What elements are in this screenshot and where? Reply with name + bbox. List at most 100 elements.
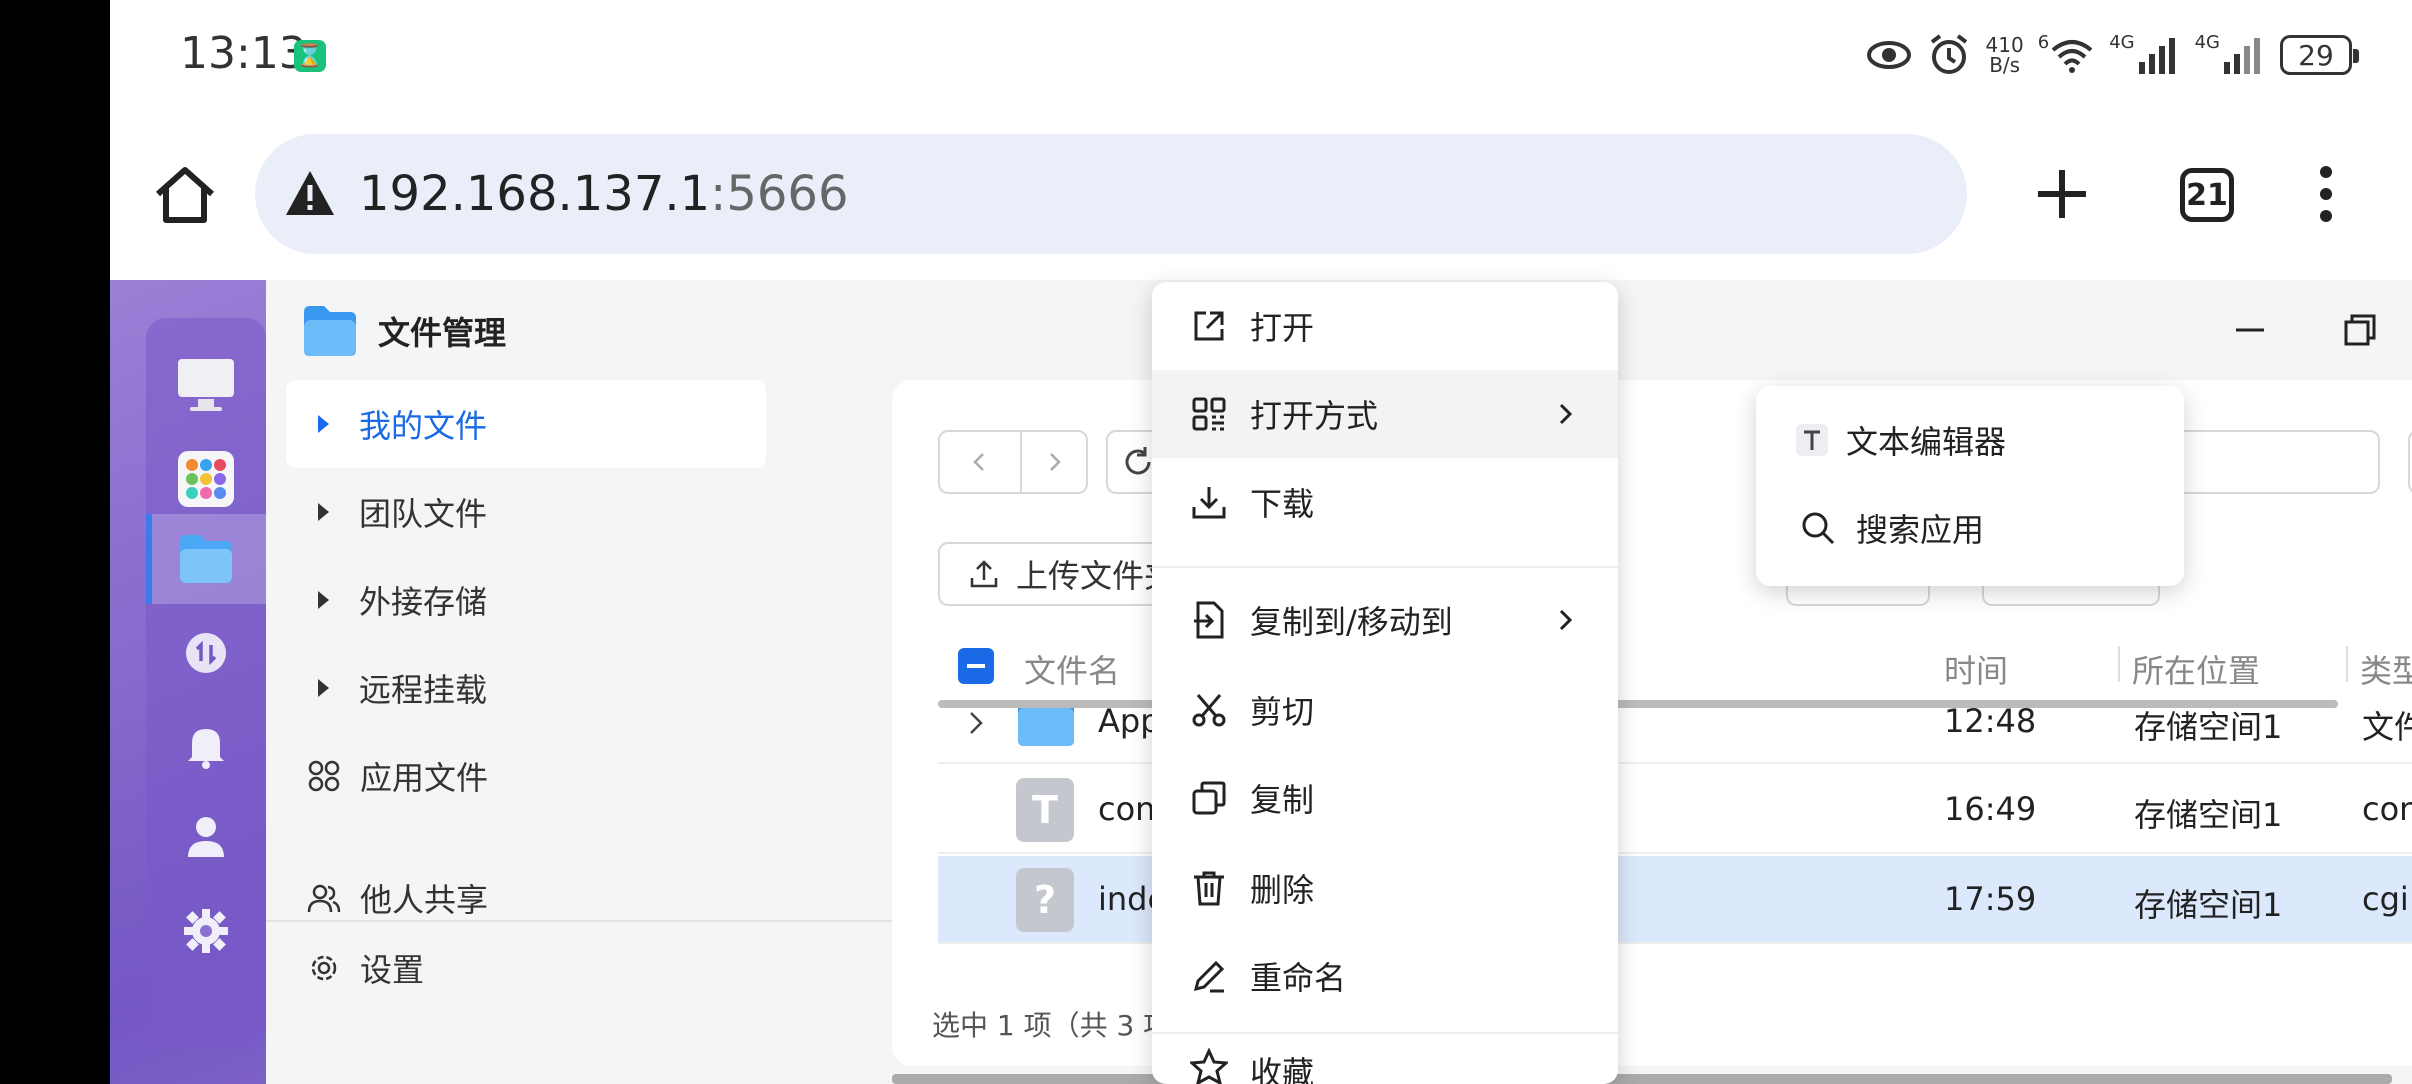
menu-item-label: 复制 [1250,781,1315,819]
sidebar-item-label: 他人共享 [360,881,489,919]
sidebar-item-app-files[interactable]: 应用文件 [286,732,766,820]
chevron-right-icon [1559,609,1573,631]
menu-item-copy-move-to[interactable]: 复制到/移动到 [1152,576,1618,664]
chevron-right-icon [1559,403,1573,425]
submenu-item-label: 搜索应用 [1856,511,1985,549]
pencil-icon [1193,960,1225,993]
dock-item-desktop[interactable] [146,340,266,430]
context-menu: 打开 打开方式 下载 复制到/移动到 剪切 复制 删除 重命名 收藏 [1152,282,1618,1084]
dock-item-transfer[interactable] [146,608,266,698]
copy-icon [1192,781,1226,815]
desktop-dock [146,318,266,1048]
sidebar-item-external-storage[interactable]: 外接存储 [286,556,766,644]
net-speed-value: 410 [1985,33,2024,57]
unknown-file-icon: ? [1016,868,1074,932]
chevron-right-icon [1050,453,1061,471]
url-host: 192.168.137.1 [359,166,711,222]
sidebar-item-team-files[interactable]: 团队文件 [286,468,766,556]
dock-item-user[interactable] [146,792,266,882]
sidebar-item-label: 外接存储 [359,583,488,621]
menu-item-rename[interactable]: 重命名 [1152,932,1618,1020]
menu-item-delete[interactable]: 删除 [1152,844,1618,932]
column-header-name[interactable]: 文件名 [1024,646,1120,692]
plus-icon[interactable] [2030,162,2094,226]
scissors-icon [1192,694,1226,727]
url-port: :5666 [710,166,849,222]
sidebar-item-remote-mount[interactable]: 远程挂载 [286,644,766,732]
status-bar: 13:13 ⌛ 410 B/s 6 4G 4G 29 [110,0,2412,110]
menu-item-label: 打开方式 [1250,397,1379,435]
maximize-icon[interactable] [2340,310,2380,350]
horizontal-scrollbar[interactable] [892,1074,2392,1084]
monitor-icon [178,359,234,411]
status-indicators: 410 B/s 6 4G 4G 29 [1866,32,2359,78]
chevron-left-icon [973,453,984,471]
trash-icon [1194,871,1224,906]
column-separator[interactable] [2346,646,2348,682]
expand-arrow-icon[interactable] [318,679,329,697]
menu-item-download[interactable]: 下载 [1152,458,1618,546]
submenu-item-search-apps[interactable]: 搜索应用 [1756,484,2184,572]
sidebar-item-settings[interactable]: 设置 [286,924,766,1012]
dock-item-settings[interactable] [146,886,266,976]
column-header-type[interactable]: 类型 [2360,646,2412,692]
menu-item-open-with[interactable]: 打开方式 [1152,370,1618,458]
battery-indicator: 29 [2280,35,2359,75]
expand-arrow-icon[interactable] [318,503,329,521]
header-scrollbar[interactable] [938,700,2338,708]
dock-item-apps[interactable] [146,434,266,524]
net-speed-unit: B/s [1989,53,2021,77]
warning-icon[interactable] [283,167,337,221]
signal-strength-icon-2 [2224,38,2260,74]
refresh-icon [1125,447,1151,475]
text-editor-icon [1796,424,1828,456]
external-link-icon [1194,311,1224,341]
users-icon [307,884,341,913]
chevron-right-icon[interactable] [966,710,986,736]
home-icon[interactable] [150,160,220,230]
minimize-icon[interactable] [2230,310,2270,350]
menu-item-copy[interactable]: 复制 [1152,754,1618,842]
upload-icon [970,560,998,588]
file-move-icon [1194,601,1224,639]
net-speed: 410 B/s [1986,35,2024,75]
menu-item-cut[interactable]: 剪切 [1152,666,1618,754]
row-time: 12:48 [1944,706,2037,740]
column-header-time[interactable]: 时间 [1944,646,2008,692]
expand-arrow-icon[interactable] [318,415,329,433]
menu-item-label: 重命名 [1250,959,1347,997]
status-time: 13:13 [180,28,307,79]
alarm-icon [1930,34,1967,74]
sidebar: 我的文件 团队文件 外接存储 远程挂载 应用文件 他人共享 设置 [266,380,896,1084]
row-location: 存储空间1 [2134,796,2283,834]
open-with-submenu: 文本编辑器 搜索应用 [1756,386,2184,586]
menu-item-favorite[interactable]: 收藏 [1152,1036,1618,1084]
menu-item-open[interactable]: 打开 [1152,282,1618,370]
back-button[interactable] [938,430,1022,494]
gear-outline-icon [311,955,337,981]
more-vertical-icon[interactable] [2306,162,2346,226]
submenu-item-text-editor[interactable]: 文本编辑器 [1756,396,2184,484]
column-separator[interactable] [2118,646,2120,682]
settings-label: 设置 [360,951,425,989]
expand-arrow-icon[interactable] [318,591,329,609]
app-title: 文件管理 [378,314,507,352]
column-header-location[interactable]: 所在位置 [2132,646,2260,692]
menu-divider [1152,1032,1618,1034]
sidebar-item-my-files[interactable]: 我的文件 [286,380,766,468]
transfer-icon [186,633,226,673]
search-input[interactable]: 搜 [2408,430,2412,494]
signal1-label: 4G [2109,32,2135,53]
dock-item-notifications[interactable] [146,700,266,790]
address-bar[interactable]: 192.168.137.1 :5666 [255,134,1967,254]
tab-switcher-button[interactable]: 21 [2180,168,2234,222]
sidebar-item-label: 远程挂载 [359,671,488,709]
bell-icon [188,729,224,769]
forward-button[interactable] [1020,430,1088,494]
dock-item-files[interactable] [146,514,266,604]
phone-screen: 13:13 ⌛ 410 B/s 6 4G 4G 29 192.168.137.1… [110,0,2412,1084]
select-all-checkbox[interactable] [958,648,994,684]
hourglass-icon: ⌛ [294,40,326,72]
row-type: conf [2362,790,2412,828]
sidebar-item-label: 应用文件 [360,759,489,797]
